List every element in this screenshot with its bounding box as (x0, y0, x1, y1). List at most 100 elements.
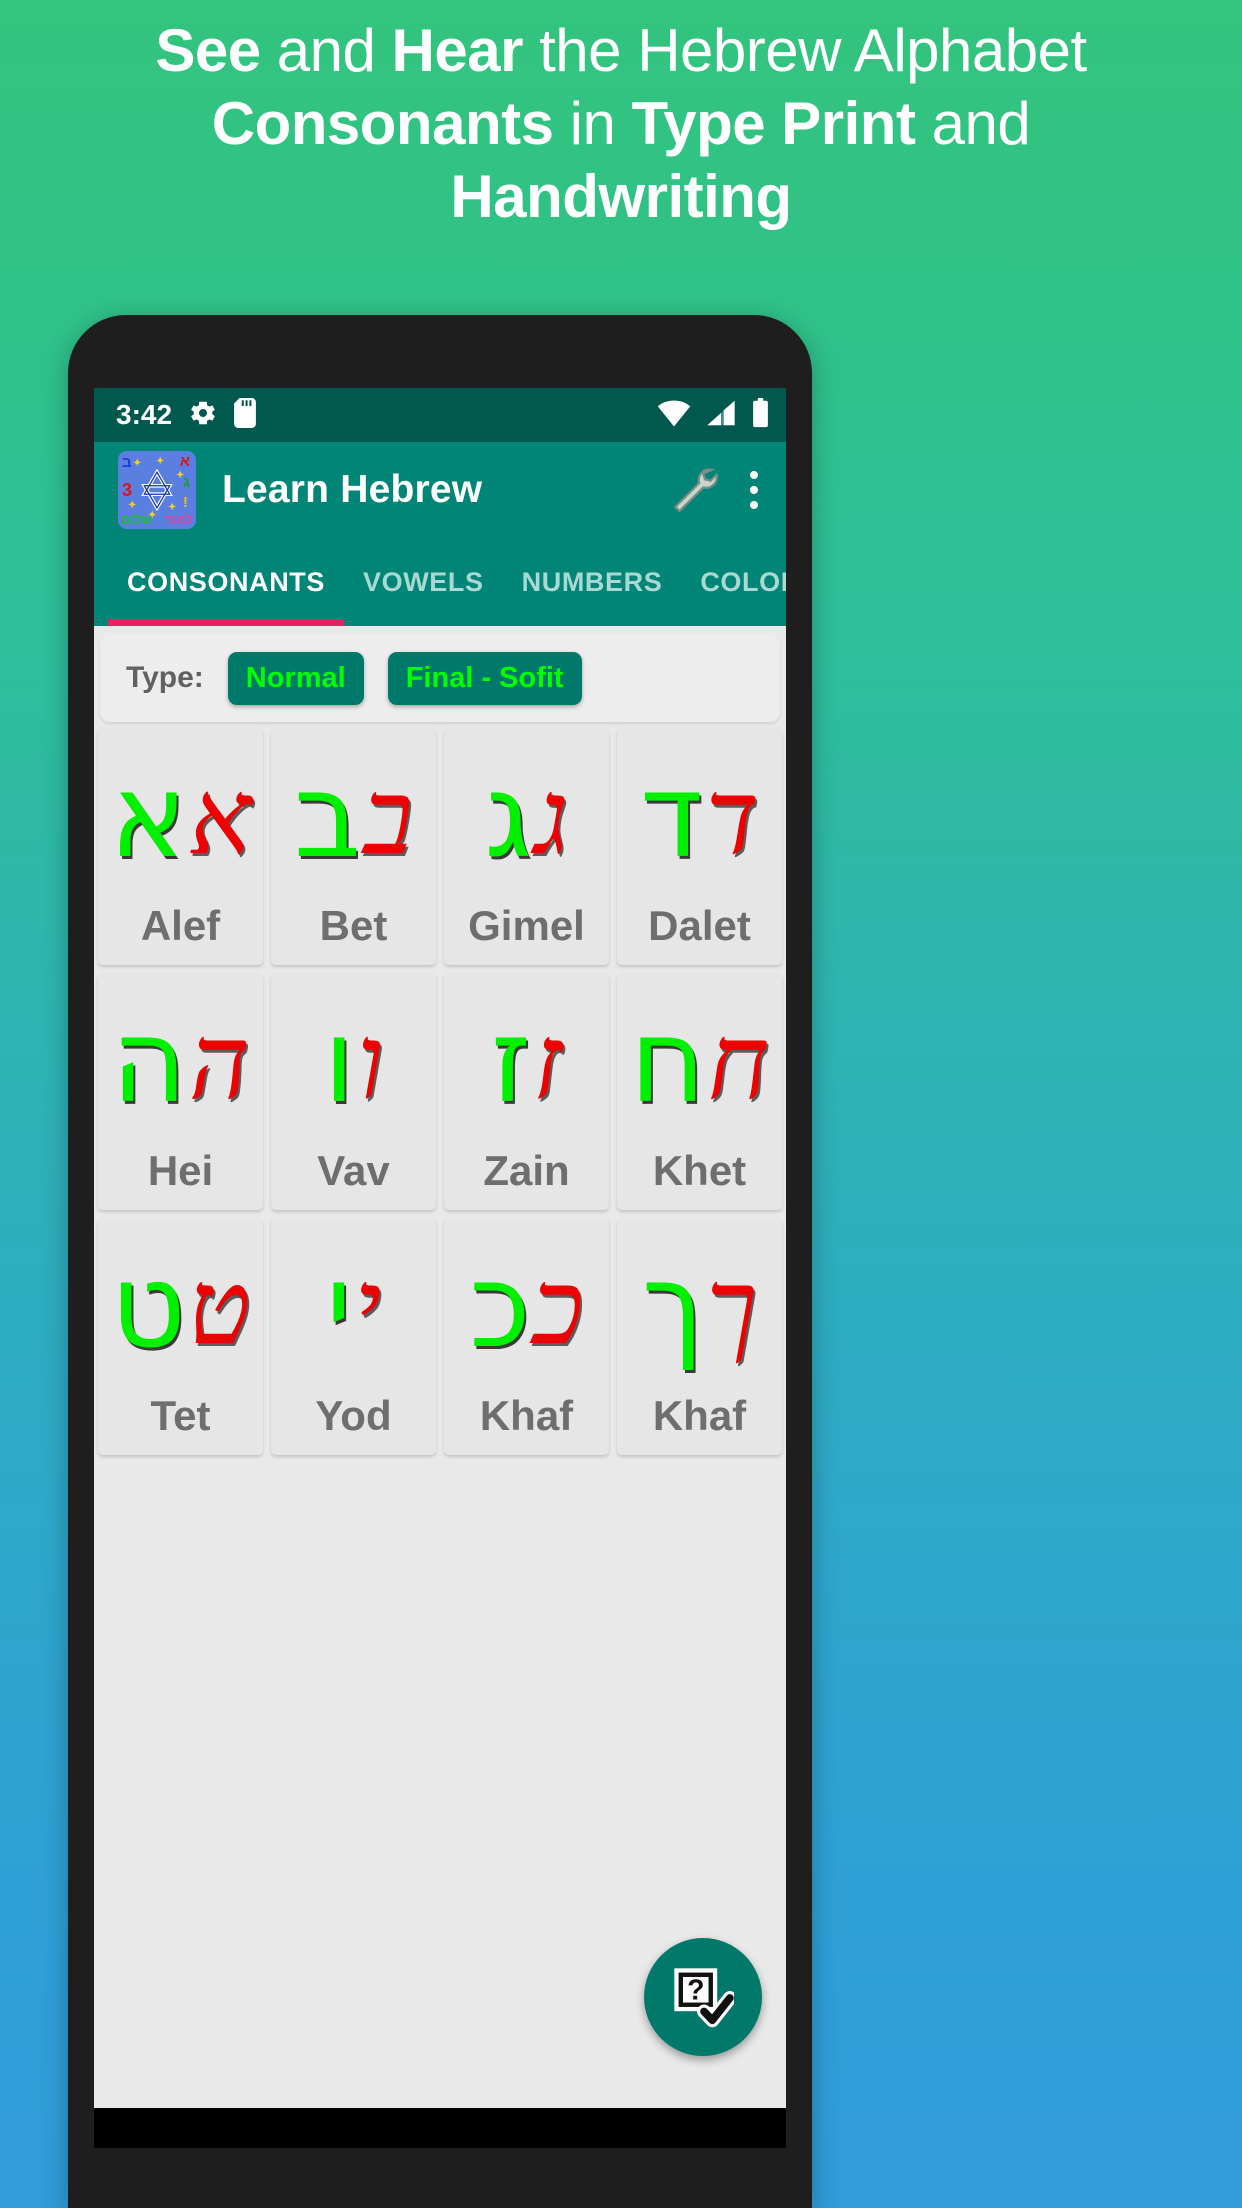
app-bar-actions (668, 462, 768, 519)
promo-line-2: Consonants in Type Print and (211, 90, 1031, 157)
letter-glyphs: טט (98, 1218, 263, 1395)
navigation-bar (94, 2108, 786, 2148)
letter-glyphs: ככ (444, 1218, 609, 1395)
status-bar-left: 3:42 (116, 397, 256, 433)
tab-consonants[interactable]: CONSONANTS (108, 538, 345, 626)
promo-headline: See and Hear the Hebrew Alphabet Consona… (0, 14, 1242, 233)
letter-print-glyph: י (325, 1238, 352, 1374)
tab-vowels[interactable]: VOWELS (344, 538, 503, 626)
letter-glyphs: הה (98, 973, 263, 1150)
letter-handwriting-glyph: ז (533, 1000, 563, 1123)
tab-numbers[interactable]: NUMBERS (503, 538, 682, 626)
promo-line-3: Handwriting (450, 163, 792, 230)
letter-handwriting-glyph: ג (534, 755, 569, 878)
letter-handwriting-glyph: ט (187, 1245, 251, 1368)
quiz-icon: ? (674, 1968, 734, 2028)
quiz-fab-button[interactable]: ? (644, 1938, 762, 2056)
sd-card-icon (234, 397, 256, 433)
letter-card[interactable]: ו ו Vav (271, 973, 436, 1210)
svg-text:?: ? (687, 1975, 704, 2007)
tab-label: COLORS (700, 566, 786, 597)
letter-glyphs: יי (271, 1218, 436, 1395)
letter-name-label: Khet (652, 1147, 747, 1194)
status-bar-clock: 3:42 (116, 399, 173, 430)
letter-grid: א א Alef ב ב Bet ג ג Gimel ד ד Dalet ה ה Hei ו ו Vav ז ז Zai… (94, 722, 786, 1455)
wrench-icon[interactable] (668, 462, 720, 519)
letter-glyphs: זז (444, 973, 609, 1150)
letter-card[interactable]: ט ט Tet (98, 1218, 263, 1455)
app-bar: ב א ג 3 ! שלום למוד ✦ ✦ ✦ ✦ ✦ ✦ Learn He… (94, 442, 786, 538)
letter-card[interactable]: כ כ Khaf (444, 1218, 609, 1455)
type-label: Type: (126, 661, 204, 694)
letter-handwriting-glyph: ה (188, 1000, 250, 1123)
letter-card[interactable]: ז ז Zain (444, 973, 609, 1210)
letter-glyphs: וו (271, 973, 436, 1150)
letter-card[interactable]: ד ד Dalet (617, 728, 782, 965)
letter-print-glyph: ט (110, 1238, 186, 1374)
battery-icon (751, 397, 770, 433)
letter-handwriting-glyph: א (189, 755, 252, 878)
letter-print-glyph: ב (293, 748, 361, 884)
tab-colors[interactable]: COLORS (681, 538, 786, 626)
letter-glyphs: גג (444, 728, 609, 905)
phone-screen: 3:42 ב א ג 3 ! שלום למוד ✦ ✦ ✦ ✦ ✦ ✦ Lea… (94, 388, 786, 2148)
tab-label: CONSONANTS (127, 566, 326, 597)
app-title: Learn Hebrew (222, 468, 483, 511)
letter-card[interactable]: ג ג Gimel (444, 728, 609, 965)
letter-handwriting-glyph: ך (706, 1245, 758, 1368)
letter-glyphs: אא (98, 728, 263, 905)
letter-name-label: Tet (150, 1392, 211, 1439)
letter-card[interactable]: י י Yod (271, 1218, 436, 1455)
overflow-menu-icon[interactable] (744, 465, 764, 515)
letter-handwriting-glyph: ח (707, 1000, 770, 1123)
tab-bar: CONSONANTS VOWELS NUMBERS COLORS (94, 538, 786, 626)
letter-print-glyph: ד (639, 748, 704, 884)
letter-print-glyph: ו (323, 993, 355, 1129)
letter-name-label: Khaf (479, 1392, 574, 1439)
letter-print-glyph: כ (469, 1238, 531, 1374)
promo-line-1: See and Hear the Hebrew Alphabet (155, 17, 1087, 84)
letter-glyphs: דד (617, 728, 782, 905)
tab-label: VOWELS (363, 566, 484, 597)
letter-handwriting-glyph: ו (357, 1000, 384, 1123)
letter-glyphs: בב (271, 728, 436, 905)
letter-handwriting-glyph: כ (532, 1245, 584, 1368)
phone-mockup: 3:42 ב א ג 3 ! שלום למוד ✦ ✦ ✦ ✦ ✦ ✦ Lea… (68, 315, 812, 2208)
letter-print-glyph: ז (490, 993, 532, 1129)
letter-print-glyph: ך (641, 1238, 705, 1374)
learn-hebrew-app-icon[interactable]: ב א ג 3 ! שלום למוד ✦ ✦ ✦ ✦ ✦ ✦ (118, 451, 196, 529)
letter-glyphs: חח (617, 973, 782, 1150)
letter-name-label: Bet (319, 902, 388, 949)
wifi-icon (657, 398, 691, 433)
letter-print-glyph: ה (111, 993, 187, 1129)
letter-card[interactable]: ה ה Hei (98, 973, 263, 1210)
letter-name-label: Dalet (648, 902, 751, 949)
letter-handwriting-glyph: ב (362, 755, 414, 878)
letter-name-label: Vav (317, 1147, 390, 1194)
letter-card[interactable]: ב ב Bet (271, 728, 436, 965)
letter-name-label: Alef (140, 902, 221, 949)
letter-card[interactable]: ך ך Khaf (617, 1218, 782, 1455)
type-final-sofit-button[interactable]: Final - Sofit (387, 651, 582, 705)
star-of-david-icon (141, 469, 173, 511)
letter-name-label: Yod (315, 1392, 392, 1439)
gear-icon (188, 398, 218, 433)
letter-glyphs: ךך (617, 1218, 782, 1395)
letter-name-label: Zain (483, 1147, 570, 1194)
letter-name-label: Hei (147, 1147, 214, 1194)
status-bar: 3:42 (94, 388, 786, 442)
letter-print-glyph: ח (629, 993, 706, 1129)
letter-handwriting-glyph: י (353, 1245, 382, 1368)
type-selector-bar: Type: Normal Final - Sofit (100, 634, 780, 722)
letter-name-label: Gimel (468, 902, 585, 949)
cellular-signal-icon (706, 398, 736, 433)
type-normal-button[interactable]: Normal (227, 651, 364, 705)
letter-handwriting-glyph: ד (705, 755, 759, 878)
status-bar-right (657, 397, 770, 433)
letter-card[interactable]: ח ח Khet (617, 973, 782, 1210)
letter-name-label: Khaf (652, 1392, 747, 1439)
letter-print-glyph: א (109, 748, 188, 884)
letter-print-glyph: ג (484, 748, 533, 884)
letter-card[interactable]: א א Alef (98, 728, 263, 965)
tab-label: NUMBERS (521, 566, 663, 597)
